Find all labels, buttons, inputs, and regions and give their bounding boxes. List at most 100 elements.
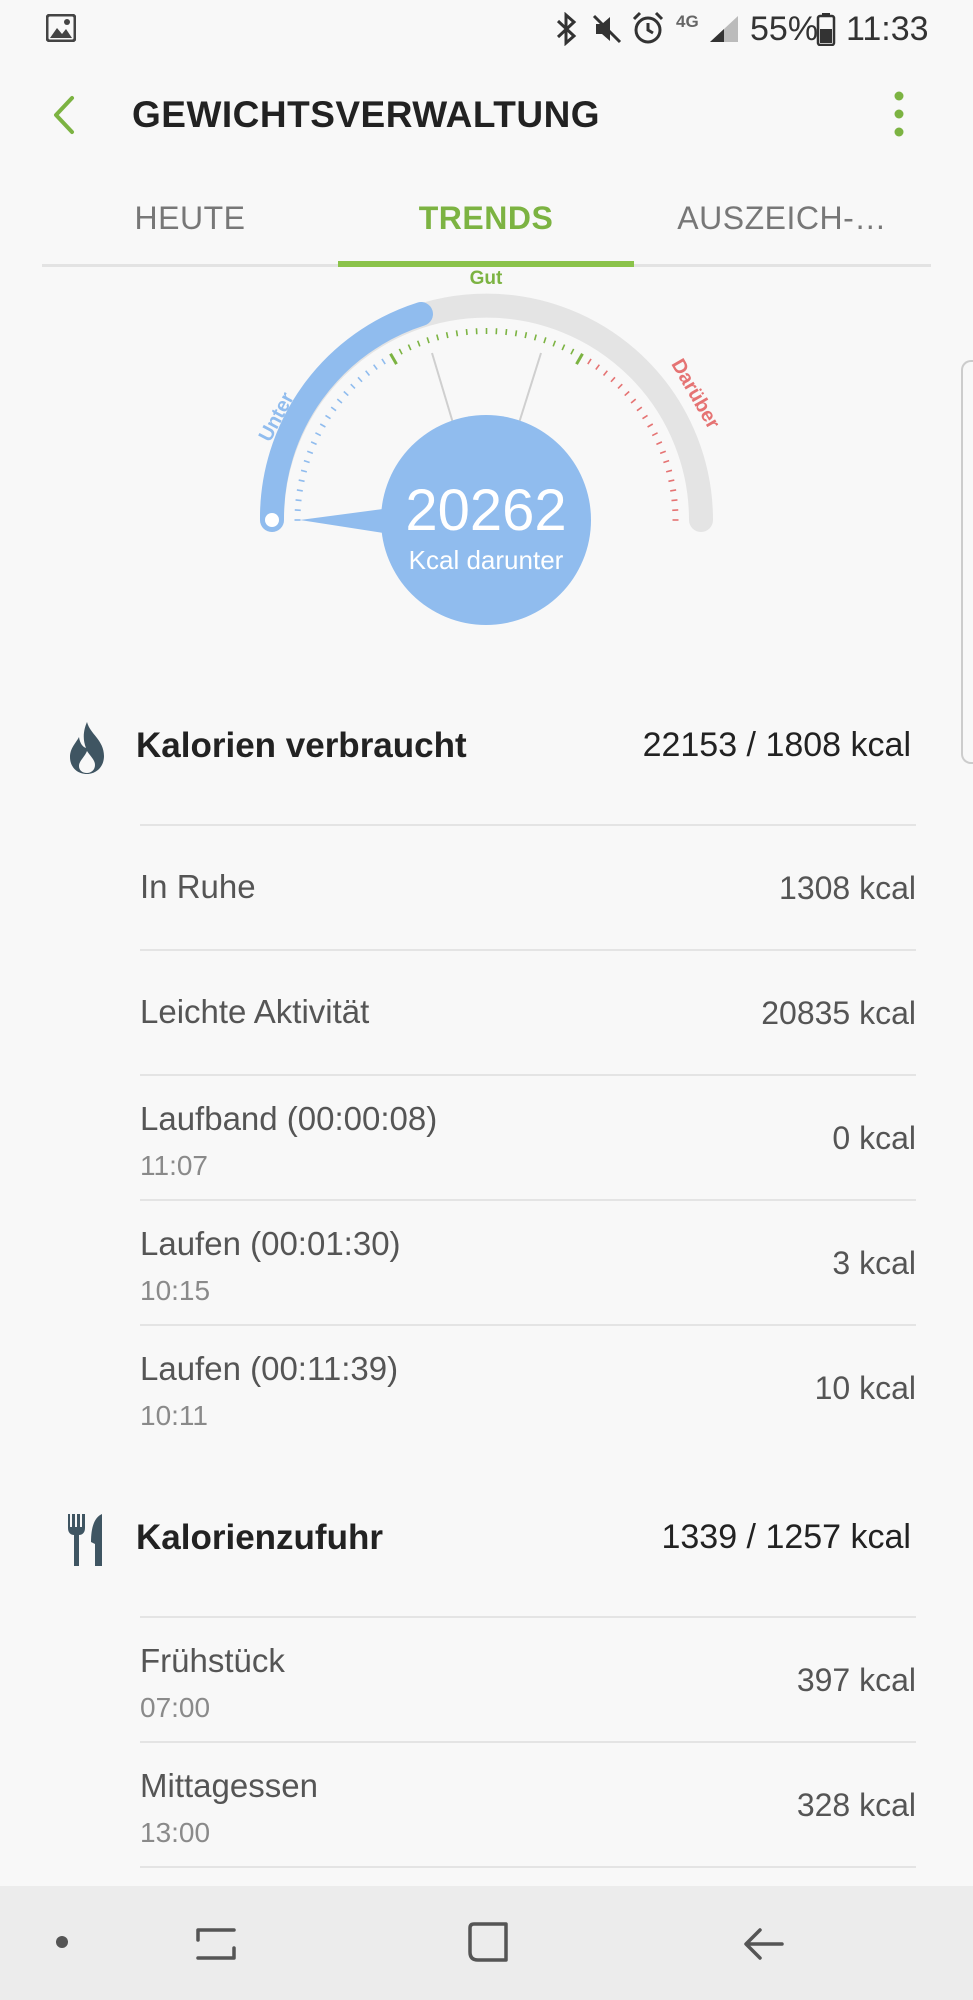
chevron-left-icon[interactable]: [44, 90, 84, 140]
item-kcal: 328 kcal: [796, 1787, 916, 1823]
tab-heute[interactable]: HEUTE: [42, 200, 338, 237]
gauge-tick: [642, 414, 648, 420]
intake-label: Kalorienzufuhr: [136, 1518, 383, 1557]
burned-item-treadmill[interactable]: Laufband (00:00:08) 11:07 0 kcal: [140, 1074, 916, 1200]
page-title: GEWICHTSVERWALTUNG: [132, 94, 601, 135]
gauge-tick: [636, 406, 643, 412]
gauge-tick: [426, 337, 430, 344]
fork-knife-icon: [68, 1514, 102, 1566]
gauge-tick: [357, 376, 363, 383]
intake-section-header[interactable]: Kalorienzufuhr 1339 / 1257 kcal: [0, 1468, 973, 1608]
gauge-tick: [570, 348, 575, 355]
gauge-tick: [300, 469, 308, 473]
gauge-tick: [624, 390, 630, 397]
burned-item-rest[interactable]: In Ruhe 1308 kcal: [140, 824, 916, 950]
gauge-pointer: [300, 508, 390, 534]
gauge-tick: [303, 459, 310, 464]
gauge-tick: [552, 340, 557, 347]
burned-section-header[interactable]: Kalorien verbraucht 22153 / 1808 kcal: [0, 676, 973, 816]
item-time: 10:15: [140, 1275, 211, 1306]
gauge-tick: [651, 432, 658, 437]
item-name: In Ruhe: [140, 868, 256, 905]
item-kcal: 1308 kcal: [779, 870, 916, 906]
more-vert-icon[interactable]: [884, 88, 914, 142]
tab-auszeichnungen[interactable]: AUSZEICH-…: [634, 200, 930, 237]
tab-bar: HEUTE TRENDS AUSZEICH-…: [42, 180, 931, 267]
back-icon[interactable]: [742, 1922, 786, 1966]
gallery-notification-icon: [46, 14, 76, 42]
tab-trends[interactable]: TRENDS: [338, 200, 634, 237]
gauge-tick: [514, 330, 518, 337]
gauge-tick: [543, 337, 547, 344]
intake-item-breakfast[interactable]: Frühstück 07:00 397 kcal: [140, 1616, 916, 1742]
gauge-tick: [330, 406, 337, 412]
gauge-tick: [306, 450, 314, 455]
intake-item-lunch[interactable]: Mittagessen 13:00 328 kcal: [140, 1741, 916, 1867]
gauge-tick: [505, 328, 508, 336]
item-name: Laufband (00:00:08): [140, 1100, 438, 1137]
item-time: 07:00: [140, 1692, 211, 1723]
signal-icon: [710, 16, 738, 42]
intake-value: 1339 / 1257 kcal: [661, 1518, 911, 1556]
gauge-tick: [561, 344, 566, 351]
gauge-tick: [656, 441, 663, 446]
gauge-tick: [350, 383, 356, 390]
gauge-tick: [315, 432, 322, 437]
gauge-tick: [336, 398, 343, 404]
gauge-tick: [670, 489, 677, 492]
item-time: 10:11: [140, 1400, 208, 1431]
flame-icon: [70, 722, 104, 774]
gauge-label-good: Gut: [470, 268, 503, 289]
list-divider: [140, 1866, 916, 1888]
gauge-good-left-line: [431, 352, 454, 424]
burned-item-light-activity[interactable]: Leichte Aktivität 20835 kcal: [140, 949, 916, 1075]
gauge-tick: [587, 358, 592, 365]
item-kcal: 397 kcal: [796, 1662, 916, 1698]
item-time: 11:07: [140, 1150, 208, 1181]
gauge-tick: [595, 364, 601, 370]
burned-item-run-1[interactable]: Laufen (00:01:30) 10:15 3 kcal: [140, 1199, 916, 1325]
battery-percent: 55%: [750, 10, 819, 48]
item-name: Frühstück: [140, 1642, 285, 1679]
gauge-tick: [325, 414, 331, 420]
network-type: 4G: [676, 12, 699, 31]
edge-panel-handle[interactable]: [961, 360, 973, 764]
gauge-tick: [602, 370, 608, 376]
gauge-tick: [343, 390, 349, 397]
recents-icon[interactable]: [194, 1922, 238, 1966]
gauge-tick: [381, 358, 386, 365]
item-name: Leichte Aktivität: [140, 993, 370, 1030]
item-kcal: 0 kcal: [832, 1120, 916, 1156]
battery-icon: [816, 13, 836, 46]
gauge-tick: [416, 340, 421, 347]
gauge-tick: [671, 499, 678, 502]
gauge-tick: [296, 489, 303, 492]
gauge-tick: [319, 423, 326, 428]
gauge-tick: [665, 469, 673, 473]
gauge-value: 20262: [405, 478, 566, 543]
gauge-tick: [647, 423, 654, 428]
gauge-good-right-line: [518, 352, 542, 424]
alarm-icon: [632, 11, 664, 44]
gauge-tick: [407, 344, 412, 351]
gauge-start-dot: [265, 513, 279, 527]
gauge-tick: [310, 441, 317, 446]
gauge-tick: [524, 332, 528, 339]
home-icon[interactable]: [466, 1920, 510, 1964]
clock: 11:33: [846, 10, 929, 48]
item-name: Laufen (00:11:39): [140, 1350, 399, 1387]
gauge-tick: [389, 352, 398, 365]
gauge-tick: [617, 383, 623, 390]
item-time: 13:00: [140, 1817, 211, 1848]
gauge-tick: [398, 348, 403, 355]
burned-item-run-2[interactable]: Laufen (00:11:39) 10:11 10 kcal: [140, 1324, 916, 1450]
item-kcal: 3 kcal: [832, 1245, 916, 1281]
item-name: Laufen (00:01:30): [140, 1225, 401, 1262]
gauge-tick: [455, 330, 459, 337]
bluetooth-icon: [556, 12, 577, 46]
gauge-tick: [365, 370, 371, 376]
gauge-tick: [575, 352, 584, 365]
gauge-tick: [668, 479, 675, 483]
navigation-bar: [0, 1886, 973, 2000]
dot-icon[interactable]: [54, 1934, 70, 1950]
